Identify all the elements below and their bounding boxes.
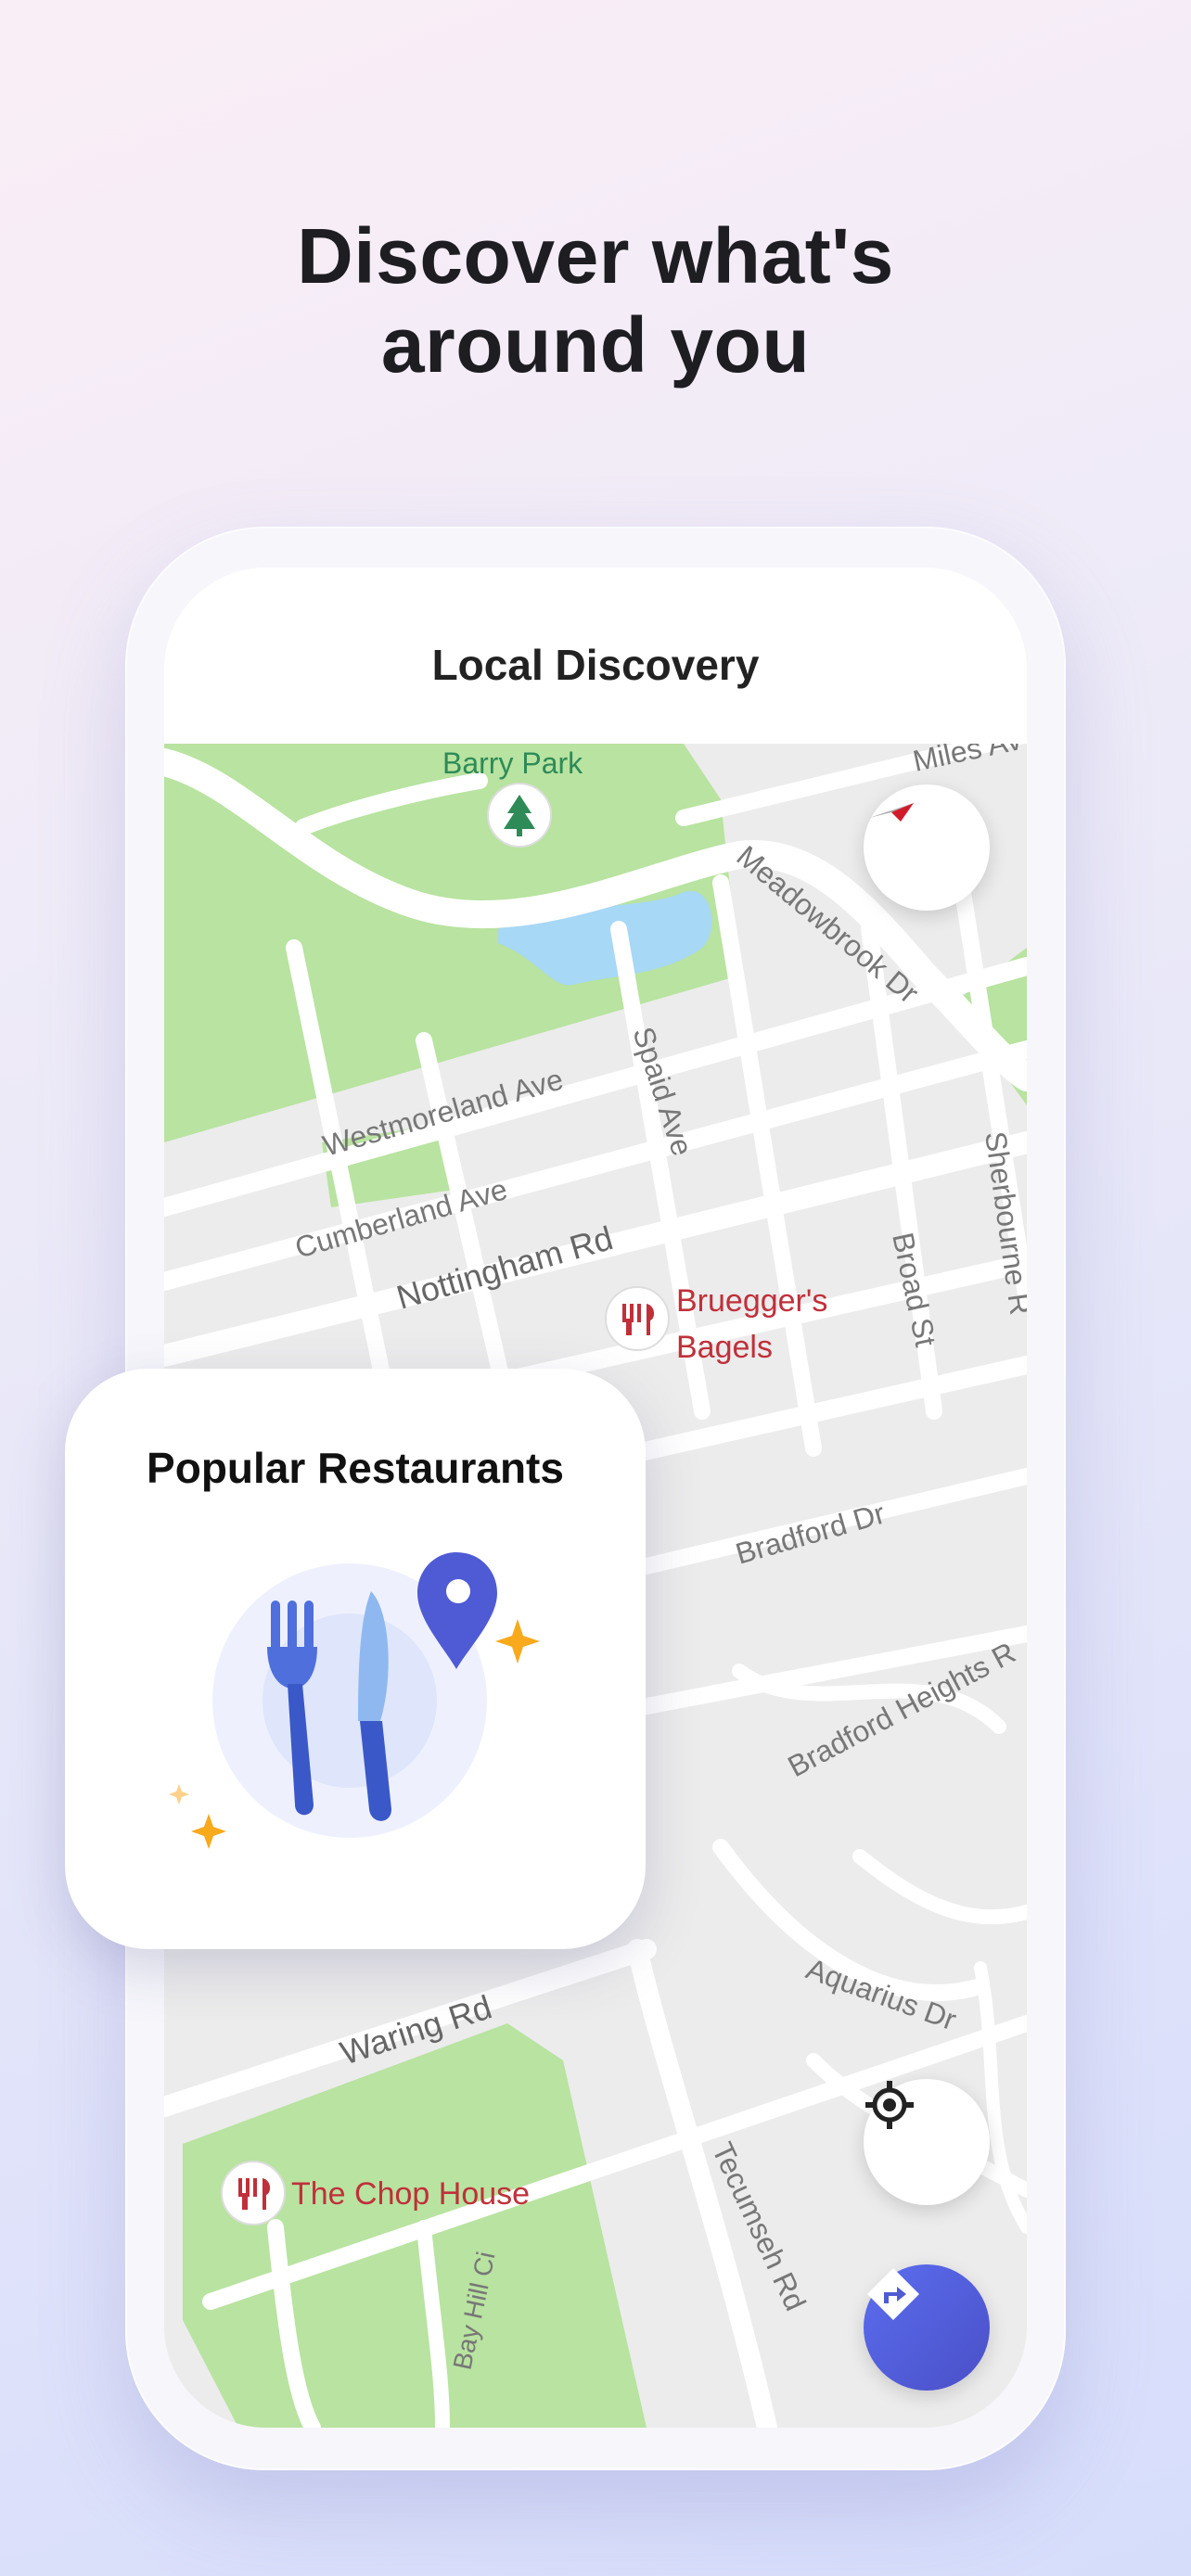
sparkle-icon <box>495 1619 540 1664</box>
headline: Discover what's around you <box>0 211 1191 389</box>
restaurant-name: The Chop House <box>291 2176 530 2212</box>
restaurant-marker[interactable] <box>605 1286 670 1351</box>
restaurant-name: Bagels <box>676 1330 773 1365</box>
restaurant-marker[interactable] <box>221 2161 286 2225</box>
compass-button[interactable] <box>864 784 990 911</box>
restaurant-name: Bruegger's <box>676 1283 827 1319</box>
locate-icon <box>865 2081 914 2129</box>
sparkle-icon <box>191 1814 226 1849</box>
compass-icon <box>869 803 914 822</box>
tree-icon[interactable] <box>487 783 552 848</box>
app-title: Local Discovery <box>164 567 1027 744</box>
restaurant-illustration <box>169 1552 540 1849</box>
directions-icon <box>867 2268 919 2320</box>
directions-button[interactable] <box>864 2264 990 2391</box>
popular-restaurants-card[interactable]: Popular Restaurants <box>65 1369 646 1949</box>
headline-line-2: around you <box>380 301 811 389</box>
park-label: Barry Park <box>442 746 583 780</box>
headline-line-1: Discover what's <box>297 212 894 300</box>
sparkle-icon <box>169 1784 189 1804</box>
locate-button[interactable] <box>864 2079 990 2205</box>
